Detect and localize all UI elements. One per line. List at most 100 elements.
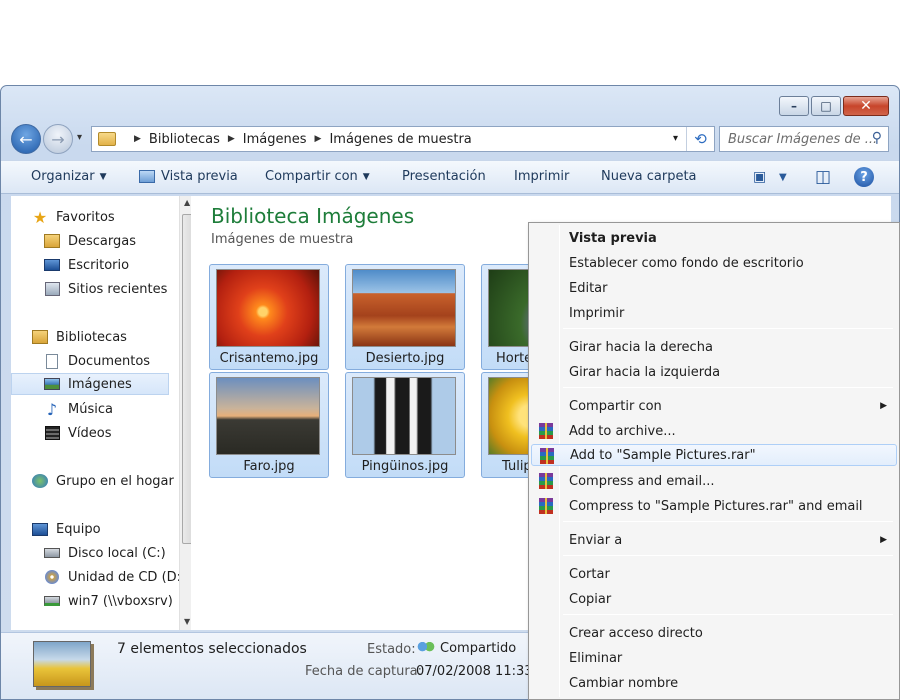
sidebar-item-label: Escritorio <box>68 257 130 273</box>
sidebar-item-favoritos[interactable]: ★ Favoritos <box>31 206 115 228</box>
menu-item-compress-rar-email[interactable]: Compress to "Sample Pictures.rar" and em… <box>531 495 897 517</box>
menu-item-copy[interactable]: Copiar <box>531 588 897 610</box>
sidebar-item-escritorio[interactable]: Escritorio <box>43 254 129 276</box>
submenu-arrow-icon: ▶ <box>880 401 887 411</box>
menu-item-label: Crear acceso directo <box>569 625 703 641</box>
change-view-icon[interactable]: ▣ <box>753 169 766 185</box>
menu-item-share-with[interactable]: Compartir con ▶ <box>531 395 897 417</box>
sidebar-item-grupo-en-el-hogar[interactable]: Grupo en el hogar <box>31 470 174 492</box>
menu-item-preview[interactable]: Vista previa <box>531 227 897 249</box>
scroll-down-icon[interactable]: ▼ <box>184 617 190 626</box>
navigation-pane: ★ Favoritos Descargas Escritorio Sitios r… <box>11 196 197 630</box>
menu-item-rotate-left[interactable]: Girar hacia la izquierda <box>531 361 897 383</box>
menu-item-label: Eliminar <box>569 650 623 666</box>
organize-label: Organizar <box>31 169 95 184</box>
sidebar-item-network-share[interactable]: win7 (\\vboxsrv) <box>43 590 173 612</box>
downloads-folder-icon <box>43 233 61 249</box>
menu-item-print[interactable]: Imprimir <box>531 302 897 324</box>
breadcrumb-separator-icon[interactable]: ▶ <box>134 134 141 144</box>
menu-item-set-background[interactable]: Establecer como fondo de escritorio <box>531 252 897 274</box>
menu-item-label: Girar hacia la derecha <box>569 339 713 355</box>
menu-item-label: Imprimir <box>569 305 625 321</box>
menu-item-add-to-archive[interactable]: Add to archive... <box>531 420 897 442</box>
slideshow-button[interactable]: Presentación <box>402 169 486 184</box>
menu-item-edit[interactable]: Editar <box>531 277 897 299</box>
menu-item-rename[interactable]: Cambiar nombre <box>531 672 897 694</box>
sidebar-item-documentos[interactable]: Documentos <box>43 350 150 372</box>
minimize-button[interactable]: – <box>779 96 809 116</box>
file-name: Desierto.jpg <box>365 351 445 366</box>
menu-item-compress-email[interactable]: Compress and email... <box>531 470 897 492</box>
view-options-dropdown-icon[interactable]: ▼ <box>779 172 787 183</box>
sidebar-item-bibliotecas[interactable]: Bibliotecas <box>31 326 127 348</box>
menu-item-rotate-right[interactable]: Girar hacia la derecha <box>531 336 897 358</box>
breadcrumb-separator-icon[interactable]: ▶ <box>315 134 322 144</box>
sidebar-item-sitios-recientes[interactable]: Sitios recientes <box>43 278 167 300</box>
menu-item-label: Add to "Sample Pictures.rar" <box>570 447 756 463</box>
menu-item-label: Vista previa <box>569 230 657 246</box>
chrysanthemum-thumbnail <box>216 269 320 347</box>
winrar-icon <box>539 423 553 439</box>
menu-item-delete[interactable]: Eliminar <box>531 647 897 669</box>
sidebar-item-imagenes[interactable]: Imágenes <box>11 373 169 395</box>
print-button[interactable]: Imprimir <box>514 169 569 184</box>
breadcrumb-separator-icon[interactable]: ▶ <box>228 134 235 144</box>
file-tile[interactable]: Pingüinos.jpg <box>345 372 465 478</box>
sidebar-item-label: Unidad de CD (D: <box>68 569 182 585</box>
hard-disk-icon <box>43 545 61 561</box>
recent-pages-dropdown[interactable]: ▾ <box>77 132 82 143</box>
menu-separator <box>563 555 893 556</box>
file-tile[interactable]: Desierto.jpg <box>345 264 465 370</box>
menu-item-create-shortcut[interactable]: Crear acceso directo <box>531 622 897 644</box>
sidebar-item-label: win7 (\\vboxsrv) <box>68 593 173 609</box>
state-label: Estado: <box>367 642 416 657</box>
sidebar-item-unidad-cd[interactable]: Unidad de CD (D: <box>43 566 181 588</box>
forward-button[interactable]: → <box>43 124 73 154</box>
print-label: Imprimir <box>514 169 570 184</box>
new-folder-button[interactable]: Nueva carpeta <box>601 169 697 184</box>
sidebar-item-musica[interactable]: ♪ Música <box>43 398 113 420</box>
file-tile[interactable]: Crisantemo.jpg <box>209 264 329 370</box>
menu-item-label: Compartir con <box>569 398 662 414</box>
menu-item-label: Enviar a <box>569 532 623 548</box>
state-value: Compartido <box>440 641 517 656</box>
sidebar-item-disco-local[interactable]: Disco local (C:) <box>43 542 166 564</box>
back-button[interactable]: ← <box>11 124 41 154</box>
sidebar-item-label: Favoritos <box>56 209 115 225</box>
breadcrumb-imagenes-de-muestra[interactable]: Imágenes de muestra <box>329 132 471 147</box>
back-arrow-icon: ← <box>19 129 33 149</box>
address-bar[interactable]: ▶ Bibliotecas ▶ Imágenes ▶ Imágenes de m… <box>91 126 715 152</box>
file-tile[interactable]: Faro.jpg <box>209 372 329 478</box>
help-icon: ? <box>860 169 868 185</box>
menu-item-label: Copiar <box>569 591 612 607</box>
close-button[interactable]: ✕ <box>843 96 889 116</box>
sidebar-item-label: Disco local (C:) <box>68 545 166 561</box>
breadcrumb-imagenes[interactable]: Imágenes <box>243 132 307 147</box>
maximize-icon: □ <box>820 99 832 113</box>
menu-item-cut[interactable]: Cortar <box>531 563 897 585</box>
breadcrumb-bibliotecas[interactable]: Bibliotecas <box>149 132 220 147</box>
help-button[interactable]: ? <box>854 167 874 187</box>
sidebar-item-equipo[interactable]: Equipo <box>31 518 101 540</box>
menu-separator <box>563 614 893 615</box>
share-with-button[interactable]: Compartir con ▼ <box>265 169 370 184</box>
preview-button[interactable]: Vista previa <box>139 169 238 184</box>
sidebar-item-descargas[interactable]: Descargas <box>43 230 136 252</box>
folder-icon <box>98 132 116 146</box>
sidebar-item-label: Equipo <box>56 521 101 537</box>
search-input[interactable]: Buscar Imágenes de ... ⚲ <box>719 126 889 152</box>
menu-item-add-to-rar[interactable]: Add to "Sample Pictures.rar" <box>531 444 897 466</box>
organize-button[interactable]: Organizar ▼ <box>31 169 106 184</box>
refresh-button[interactable]: ⟲ <box>686 127 714 151</box>
documents-icon <box>43 353 61 369</box>
address-dropdown-icon[interactable]: ▾ <box>673 133 678 144</box>
scroll-up-icon[interactable]: ▲ <box>184 198 190 207</box>
search-icon[interactable]: ⚲ <box>872 130 882 146</box>
menu-item-send-to[interactable]: Enviar a ▶ <box>531 529 897 551</box>
sidebar-item-label: Sitios recientes <box>68 281 168 297</box>
sidebar-item-videos[interactable]: Vídeos <box>43 422 111 444</box>
maximize-button[interactable]: □ <box>811 96 841 116</box>
preview-icon <box>139 170 155 183</box>
preview-pane-icon[interactable]: ◫ <box>815 167 831 187</box>
caption-buttons: – □ ✕ <box>779 96 889 116</box>
